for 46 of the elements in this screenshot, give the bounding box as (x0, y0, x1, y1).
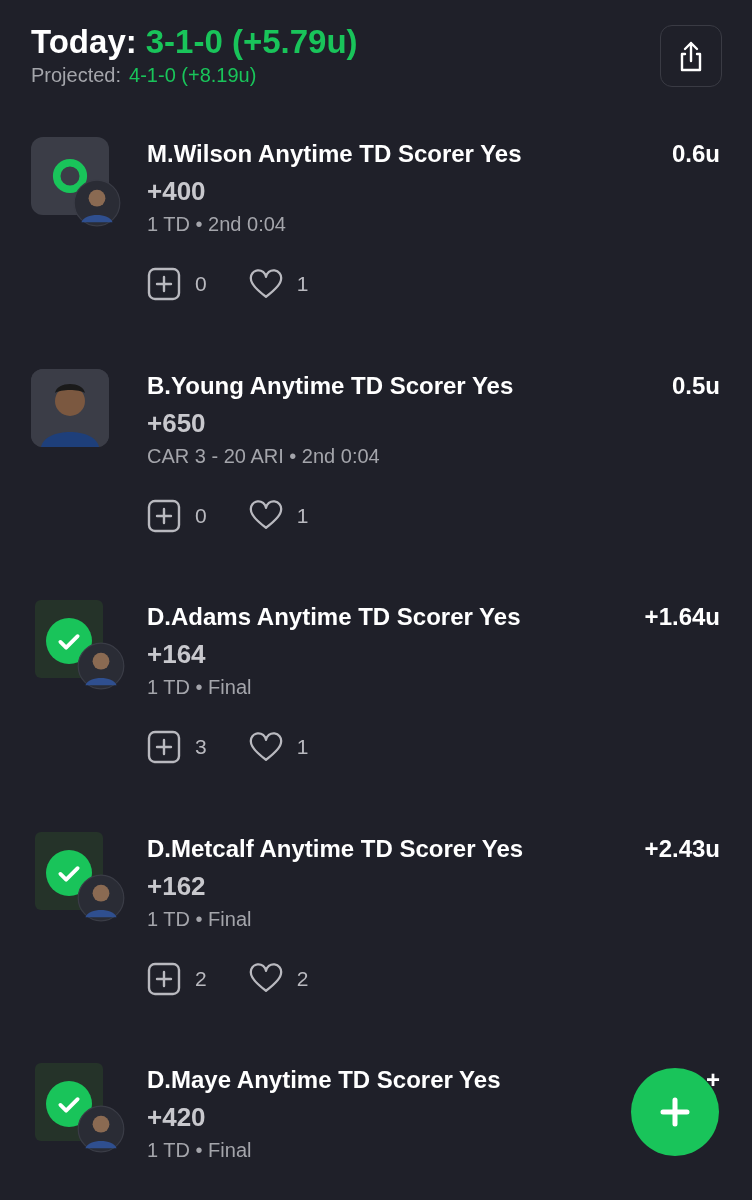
like-button[interactable]: 1 (248, 730, 309, 764)
units-text: 0.6u (671, 140, 720, 168)
heart-icon (248, 268, 283, 300)
like-button[interactable]: 2 (248, 961, 309, 996)
heart-icon (248, 500, 283, 531)
odds-text: +164 (147, 638, 206, 671)
status-text: 1 TD • Final (147, 1138, 252, 1163)
bet-title: B.Young Anytime TD Scorer Yes (147, 370, 514, 401)
tail-button[interactable]: 2 (147, 961, 207, 996)
like-button[interactable]: 1 (248, 498, 309, 533)
status-text: 1 TD • Final (147, 906, 252, 932)
ring-icon (51, 157, 89, 195)
odds-text: +650 (147, 406, 206, 440)
bet-title: D.Maye Anytime TD Scorer Yes (147, 1065, 501, 1095)
record-text: 3-1-0 (+5.79u) (145, 23, 358, 60)
odds-text: +420 (147, 1101, 206, 1134)
odds-text: +162 (147, 869, 206, 903)
plus-square-icon (147, 267, 181, 301)
heart-icon (248, 963, 283, 994)
status-text: 1 TD • 2nd 0:04 (147, 212, 286, 237)
units-text: +1.64u (644, 603, 720, 631)
like-button[interactable]: 1 (248, 267, 309, 301)
heart-icon (248, 731, 283, 763)
projected-label: Projected: (31, 64, 122, 86)
check-icon (46, 1081, 92, 1127)
tail-button[interactable]: 0 (147, 267, 207, 301)
status-text: 1 TD • Final (147, 675, 252, 700)
plus-square-icon (147, 961, 181, 996)
units-text: +2.43u (644, 834, 720, 863)
bet-title: M.Wilson Anytime TD Scorer Yes (147, 139, 522, 169)
odds-text: +400 (147, 175, 206, 208)
share-button[interactable] (660, 25, 722, 87)
projected-record: 4-1-0 (+8.19u) (129, 64, 257, 86)
units-text: 0.5u (671, 371, 720, 400)
bet-title: D.Metcalf Anytime TD Scorer Yes (147, 833, 524, 864)
check-icon (46, 618, 92, 664)
status-text: CAR 3 - 20 ARI • 2nd 0:04 (147, 443, 380, 469)
plus-square-icon (147, 730, 181, 764)
header-title: Today: (31, 23, 137, 60)
units-text: + (706, 1066, 720, 1094)
plus-square-icon (147, 498, 181, 533)
tail-button[interactable]: 0 (147, 498, 207, 533)
tail-button[interactable]: 3 (147, 730, 207, 764)
plus-icon (659, 1096, 691, 1128)
check-icon (46, 849, 92, 896)
bet-title: D.Adams Anytime TD Scorer Yes (147, 602, 521, 632)
